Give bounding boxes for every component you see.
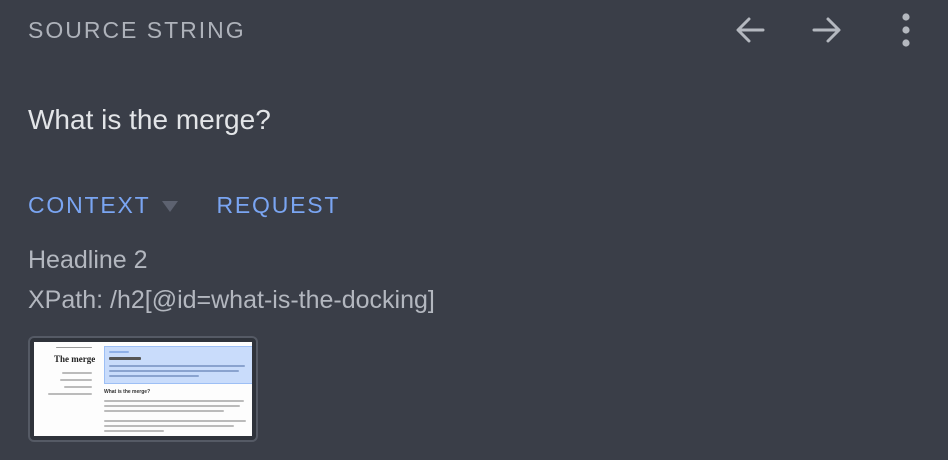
context-element-type: Headline 2 <box>28 246 148 274</box>
thumbnail-preview: The merge What is the merge? <box>34 342 252 436</box>
tab-context-label: CONTEXT <box>28 192 151 218</box>
arrow-right-icon <box>810 13 844 47</box>
tab-request-label: REQUEST <box>216 192 341 218</box>
context-tabs: CONTEXT REQUEST <box>28 192 340 219</box>
thumbnail-highlight <box>104 346 252 384</box>
thumbnail-page-title: The merge <box>54 354 96 364</box>
tab-request[interactable]: REQUEST <box>217 192 341 219</box>
screenshot-thumbnail[interactable]: The merge What is the merge? <box>28 336 258 442</box>
caret-down-icon <box>161 192 179 219</box>
back-button[interactable] <box>728 8 772 52</box>
panel-title: SOURCE STRING <box>28 17 246 43</box>
more-options-button[interactable] <box>884 8 928 52</box>
thumbnail-heading: What is the merge? <box>104 389 151 395</box>
arrow-left-icon <box>733 13 767 47</box>
more-vert-icon <box>900 12 912 48</box>
forward-button[interactable] <box>805 8 849 52</box>
context-xpath: XPath: /h2[@id=what-is-the-docking] <box>28 286 435 314</box>
tab-context[interactable]: CONTEXT <box>28 192 217 219</box>
source-string-text: What is the merge? <box>28 104 271 135</box>
